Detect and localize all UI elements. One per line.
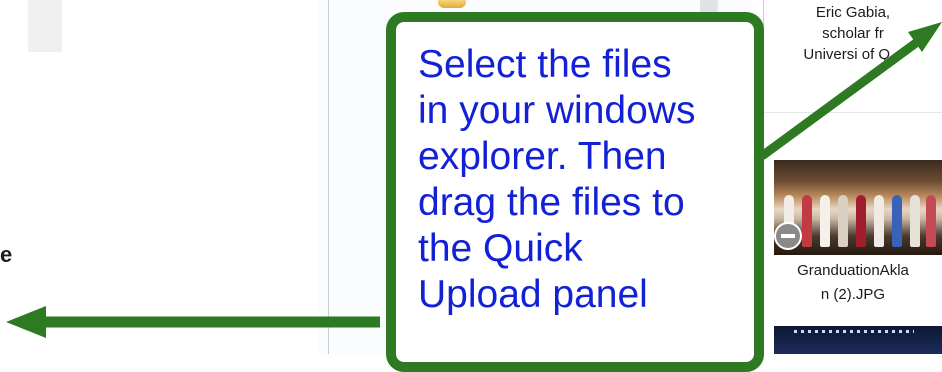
callout-line: drag the files to	[418, 181, 685, 224]
callout-line: Upload panel	[418, 273, 648, 316]
remove-icon[interactable]	[774, 222, 802, 250]
explorer-inner-border	[328, 0, 329, 354]
thumbnail-caption-line: Eric Gabia,	[815, 4, 891, 21]
thumbnail-caption-line: Universi of Q...	[803, 46, 903, 63]
photo-figure	[926, 195, 936, 247]
photo-figure	[820, 195, 830, 247]
photo-figure	[892, 195, 902, 247]
thumbnail-caption-line: scholar fr	[822, 25, 884, 42]
callout-line: Select the files	[418, 43, 672, 86]
photo-figure	[838, 195, 848, 247]
callout-line: in your windows	[418, 89, 696, 132]
quick-upload-panel[interactable]	[0, 0, 318, 354]
folder-icon[interactable]	[438, 0, 466, 8]
photo-figure	[910, 195, 920, 247]
photo-figure	[802, 195, 812, 247]
callout-line: explorer. Then	[418, 135, 667, 178]
panel-label-fragment: e	[0, 242, 13, 267]
callout-text: Select the files in your windows explore…	[418, 42, 748, 318]
dark-photo-thumbnail[interactable]	[774, 326, 942, 354]
thumbnail-separator	[764, 112, 942, 113]
thumbnail-caption-line: GranduationAkla	[797, 262, 909, 279]
upload-drop-box[interactable]	[28, 0, 62, 52]
callout-line: the Quick	[418, 227, 583, 270]
photo-figure	[874, 195, 884, 247]
thumbnail-caption-line: n (2).JPG	[820, 286, 886, 303]
photo-figure	[856, 195, 866, 247]
